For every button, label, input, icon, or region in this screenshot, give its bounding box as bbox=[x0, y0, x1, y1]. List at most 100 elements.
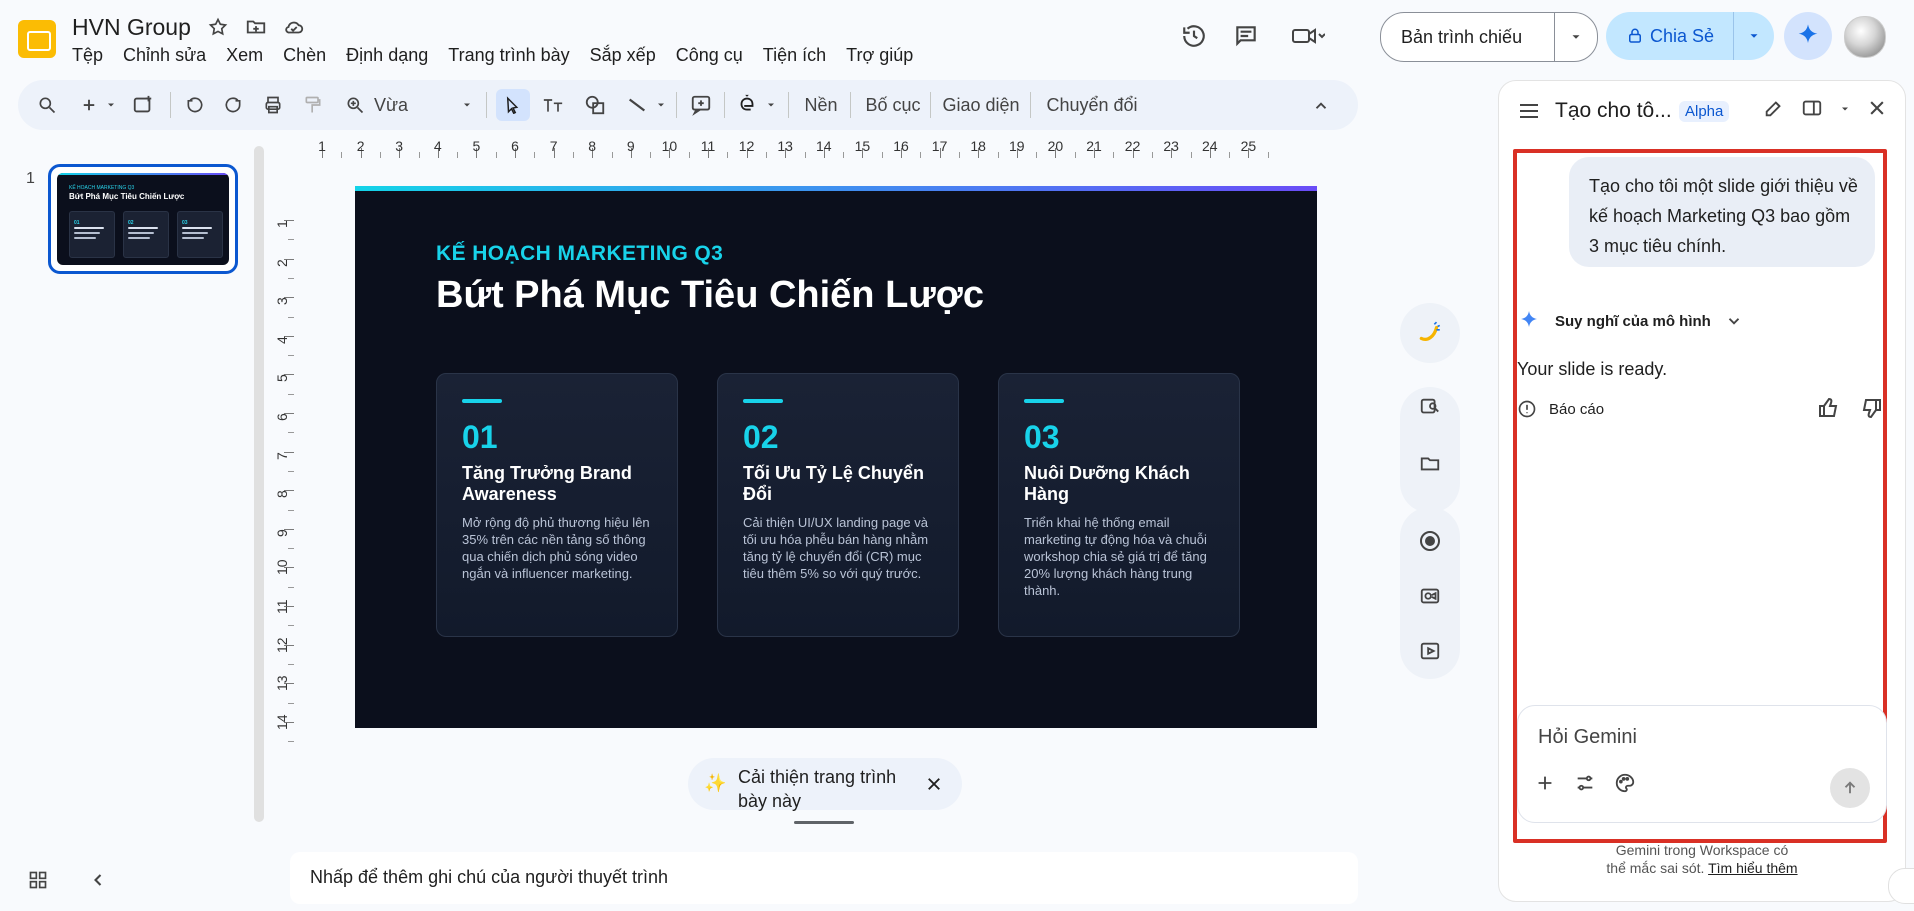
menu-view[interactable]: Xem bbox=[226, 45, 263, 66]
slides-logo[interactable] bbox=[18, 20, 58, 60]
folder-icon[interactable] bbox=[1415, 448, 1445, 478]
shape-icon[interactable] bbox=[578, 89, 612, 121]
document-title[interactable]: HVN Group bbox=[72, 14, 191, 41]
share-button[interactable]: Chia Sẻ bbox=[1650, 26, 1733, 47]
menu-icon[interactable] bbox=[1517, 99, 1541, 123]
model-thoughts-toggle[interactable]: Suy nghĩ của mô hình bbox=[1517, 309, 1743, 333]
share-dropdown[interactable] bbox=[1734, 29, 1774, 43]
expand-side-panel-handle[interactable] bbox=[1888, 868, 1914, 904]
cloud-icon[interactable] bbox=[283, 16, 305, 38]
collapse-filmstrip-icon[interactable] bbox=[88, 870, 108, 895]
goal-card-2[interactable]: 02 Tối Ưu Tỷ Lệ Chuyển Đổi Cải thiện UI/… bbox=[717, 373, 959, 637]
learn-more-link[interactable]: Tìm hiểu thêm bbox=[1708, 860, 1797, 876]
text-box-icon[interactable] bbox=[536, 89, 570, 121]
new-chat-icon[interactable] bbox=[1763, 97, 1785, 124]
history-icon[interactable] bbox=[1174, 16, 1214, 56]
zoom-icon[interactable] bbox=[340, 89, 370, 121]
panel-layout-dropdown-icon[interactable] bbox=[1839, 102, 1851, 120]
thumbs-down-icon[interactable] bbox=[1859, 396, 1883, 425]
ruler-subtick bbox=[881, 152, 883, 158]
banana-icon[interactable] bbox=[1415, 318, 1445, 348]
ruler-subtick bbox=[288, 741, 294, 743]
user-message-text: Tạo cho tôi một slide giới thiệu về kế h… bbox=[1589, 176, 1858, 256]
video-call-icon[interactable] bbox=[1278, 16, 1338, 56]
goal-card-3[interactable]: 03 Nuôi Dưỡng Khách Hàng Triển khai hệ t… bbox=[998, 373, 1240, 637]
tune-icon[interactable] bbox=[1574, 772, 1596, 799]
panel-layout-icon[interactable] bbox=[1801, 97, 1823, 124]
menu-tools[interactable]: Công cụ bbox=[676, 45, 743, 66]
slide-thumbnail[interactable]: KẾ HOẠCH MARKETING Q3 Bứt Phá Mục Tiêu C… bbox=[48, 164, 238, 274]
redo-icon[interactable] bbox=[218, 89, 248, 121]
improve-label: Cải thiện trang trình bày này bbox=[738, 767, 897, 811]
goal-card-1[interactable]: 01 Tăng Trưởng Brand Awareness Mở rộng đ… bbox=[436, 373, 678, 637]
gemini-button[interactable] bbox=[1784, 12, 1832, 60]
folder-move-icon[interactable] bbox=[245, 16, 267, 38]
zoom-dropdown-icon[interactable] bbox=[454, 89, 480, 121]
background-button[interactable]: Nền bbox=[796, 89, 846, 121]
search-icon[interactable] bbox=[32, 89, 62, 121]
filmstrip-scrollbar[interactable] bbox=[254, 146, 264, 822]
ruler-label: 16 bbox=[893, 138, 909, 154]
menu-insert[interactable]: Chèn bbox=[283, 45, 326, 66]
speaker-notes[interactable]: Nhấp để thêm ghi chú của người thuyết tr… bbox=[290, 852, 1358, 904]
report-label: Báo cáo bbox=[1549, 400, 1605, 418]
background-label: Nền bbox=[804, 94, 838, 115]
report-link[interactable]: Báo cáo bbox=[1517, 399, 1604, 419]
menu-edit[interactable]: Chỉnh sửa bbox=[123, 45, 206, 66]
new-slide-plus-icon[interactable] bbox=[76, 89, 102, 121]
add-attachment-icon[interactable] bbox=[1534, 772, 1556, 799]
menu-extensions[interactable]: Tiện ích bbox=[763, 45, 826, 66]
theme-button[interactable]: Giao diện bbox=[938, 89, 1024, 121]
ruler-subtick bbox=[843, 152, 845, 158]
comment-icon[interactable] bbox=[1226, 16, 1266, 56]
transition-button[interactable]: Chuyển đổi bbox=[1040, 89, 1144, 121]
image-search-icon[interactable] bbox=[1415, 392, 1445, 422]
input-tools-icon[interactable] bbox=[732, 89, 762, 121]
input-tools-dropdown-icon[interactable] bbox=[762, 89, 780, 121]
add-slide-icon[interactable] bbox=[130, 89, 156, 121]
print-icon[interactable] bbox=[258, 89, 288, 121]
slide-canvas[interactable]: KẾ HOẠCH MARKETING Q3 Bứt Phá Mục Tiêu C… bbox=[355, 186, 1317, 728]
ruler-subtick bbox=[495, 152, 497, 158]
ruler-label: 4 bbox=[274, 336, 290, 344]
slide-title[interactable]: Bứt Phá Mục Tiêu Chiến Lược bbox=[436, 274, 984, 317]
gemini-spark-icon bbox=[1521, 311, 1537, 327]
thumbnail-line bbox=[74, 227, 104, 229]
close-icon[interactable] bbox=[922, 772, 946, 796]
slide-kicker[interactable]: KẾ HOẠCH MARKETING Q3 bbox=[436, 242, 723, 266]
card-accent-bar bbox=[743, 399, 783, 403]
menu-help[interactable]: Trợ giúp bbox=[846, 45, 913, 66]
undo-icon[interactable] bbox=[180, 89, 210, 121]
paint-format-icon[interactable] bbox=[298, 89, 328, 121]
present-button[interactable]: Bản trình chiếu bbox=[1381, 27, 1554, 48]
menu-format[interactable]: Định dạng bbox=[346, 45, 428, 66]
line-icon[interactable] bbox=[622, 89, 652, 121]
thumbs-up-icon[interactable] bbox=[1817, 396, 1841, 425]
gemini-composer[interactable]: Hỏi Gemini bbox=[1517, 705, 1887, 823]
grid-view-icon[interactable] bbox=[28, 870, 48, 895]
present-dropdown[interactable] bbox=[1555, 30, 1597, 44]
select-tool[interactable] bbox=[496, 89, 530, 121]
menu-file[interactable]: Tệp bbox=[72, 45, 103, 66]
ruler-label: 10 bbox=[274, 559, 290, 576]
slideshow-icon[interactable] bbox=[1415, 636, 1445, 666]
notes-resize-handle[interactable] bbox=[794, 821, 854, 824]
star-icon[interactable] bbox=[207, 16, 229, 38]
menu-arrange[interactable]: Sắp xếp bbox=[590, 45, 656, 66]
line-dropdown-icon[interactable] bbox=[652, 89, 670, 121]
ruler-label: 19 bbox=[1009, 138, 1025, 154]
record-icon[interactable] bbox=[1415, 526, 1445, 556]
avatar[interactable] bbox=[1844, 16, 1886, 58]
palette-icon[interactable] bbox=[1614, 772, 1636, 799]
new-slide-dropdown-icon[interactable] bbox=[102, 89, 120, 121]
zoom-select[interactable]: Vừa bbox=[374, 89, 454, 121]
thumbnail-line bbox=[74, 232, 100, 234]
collapse-toolbar-button[interactable] bbox=[1306, 91, 1336, 121]
comment-add-icon[interactable] bbox=[686, 89, 716, 121]
layout-button[interactable]: Bố cục bbox=[862, 89, 924, 121]
close-panel-icon[interactable] bbox=[1867, 98, 1887, 123]
camera-icon[interactable] bbox=[1415, 581, 1445, 611]
improve-presentation-chip[interactable]: ✨ Cải thiện trang trình bày này bbox=[688, 758, 962, 811]
menu-slide[interactable]: Trang trình bày bbox=[448, 45, 569, 66]
send-button[interactable] bbox=[1830, 768, 1870, 808]
